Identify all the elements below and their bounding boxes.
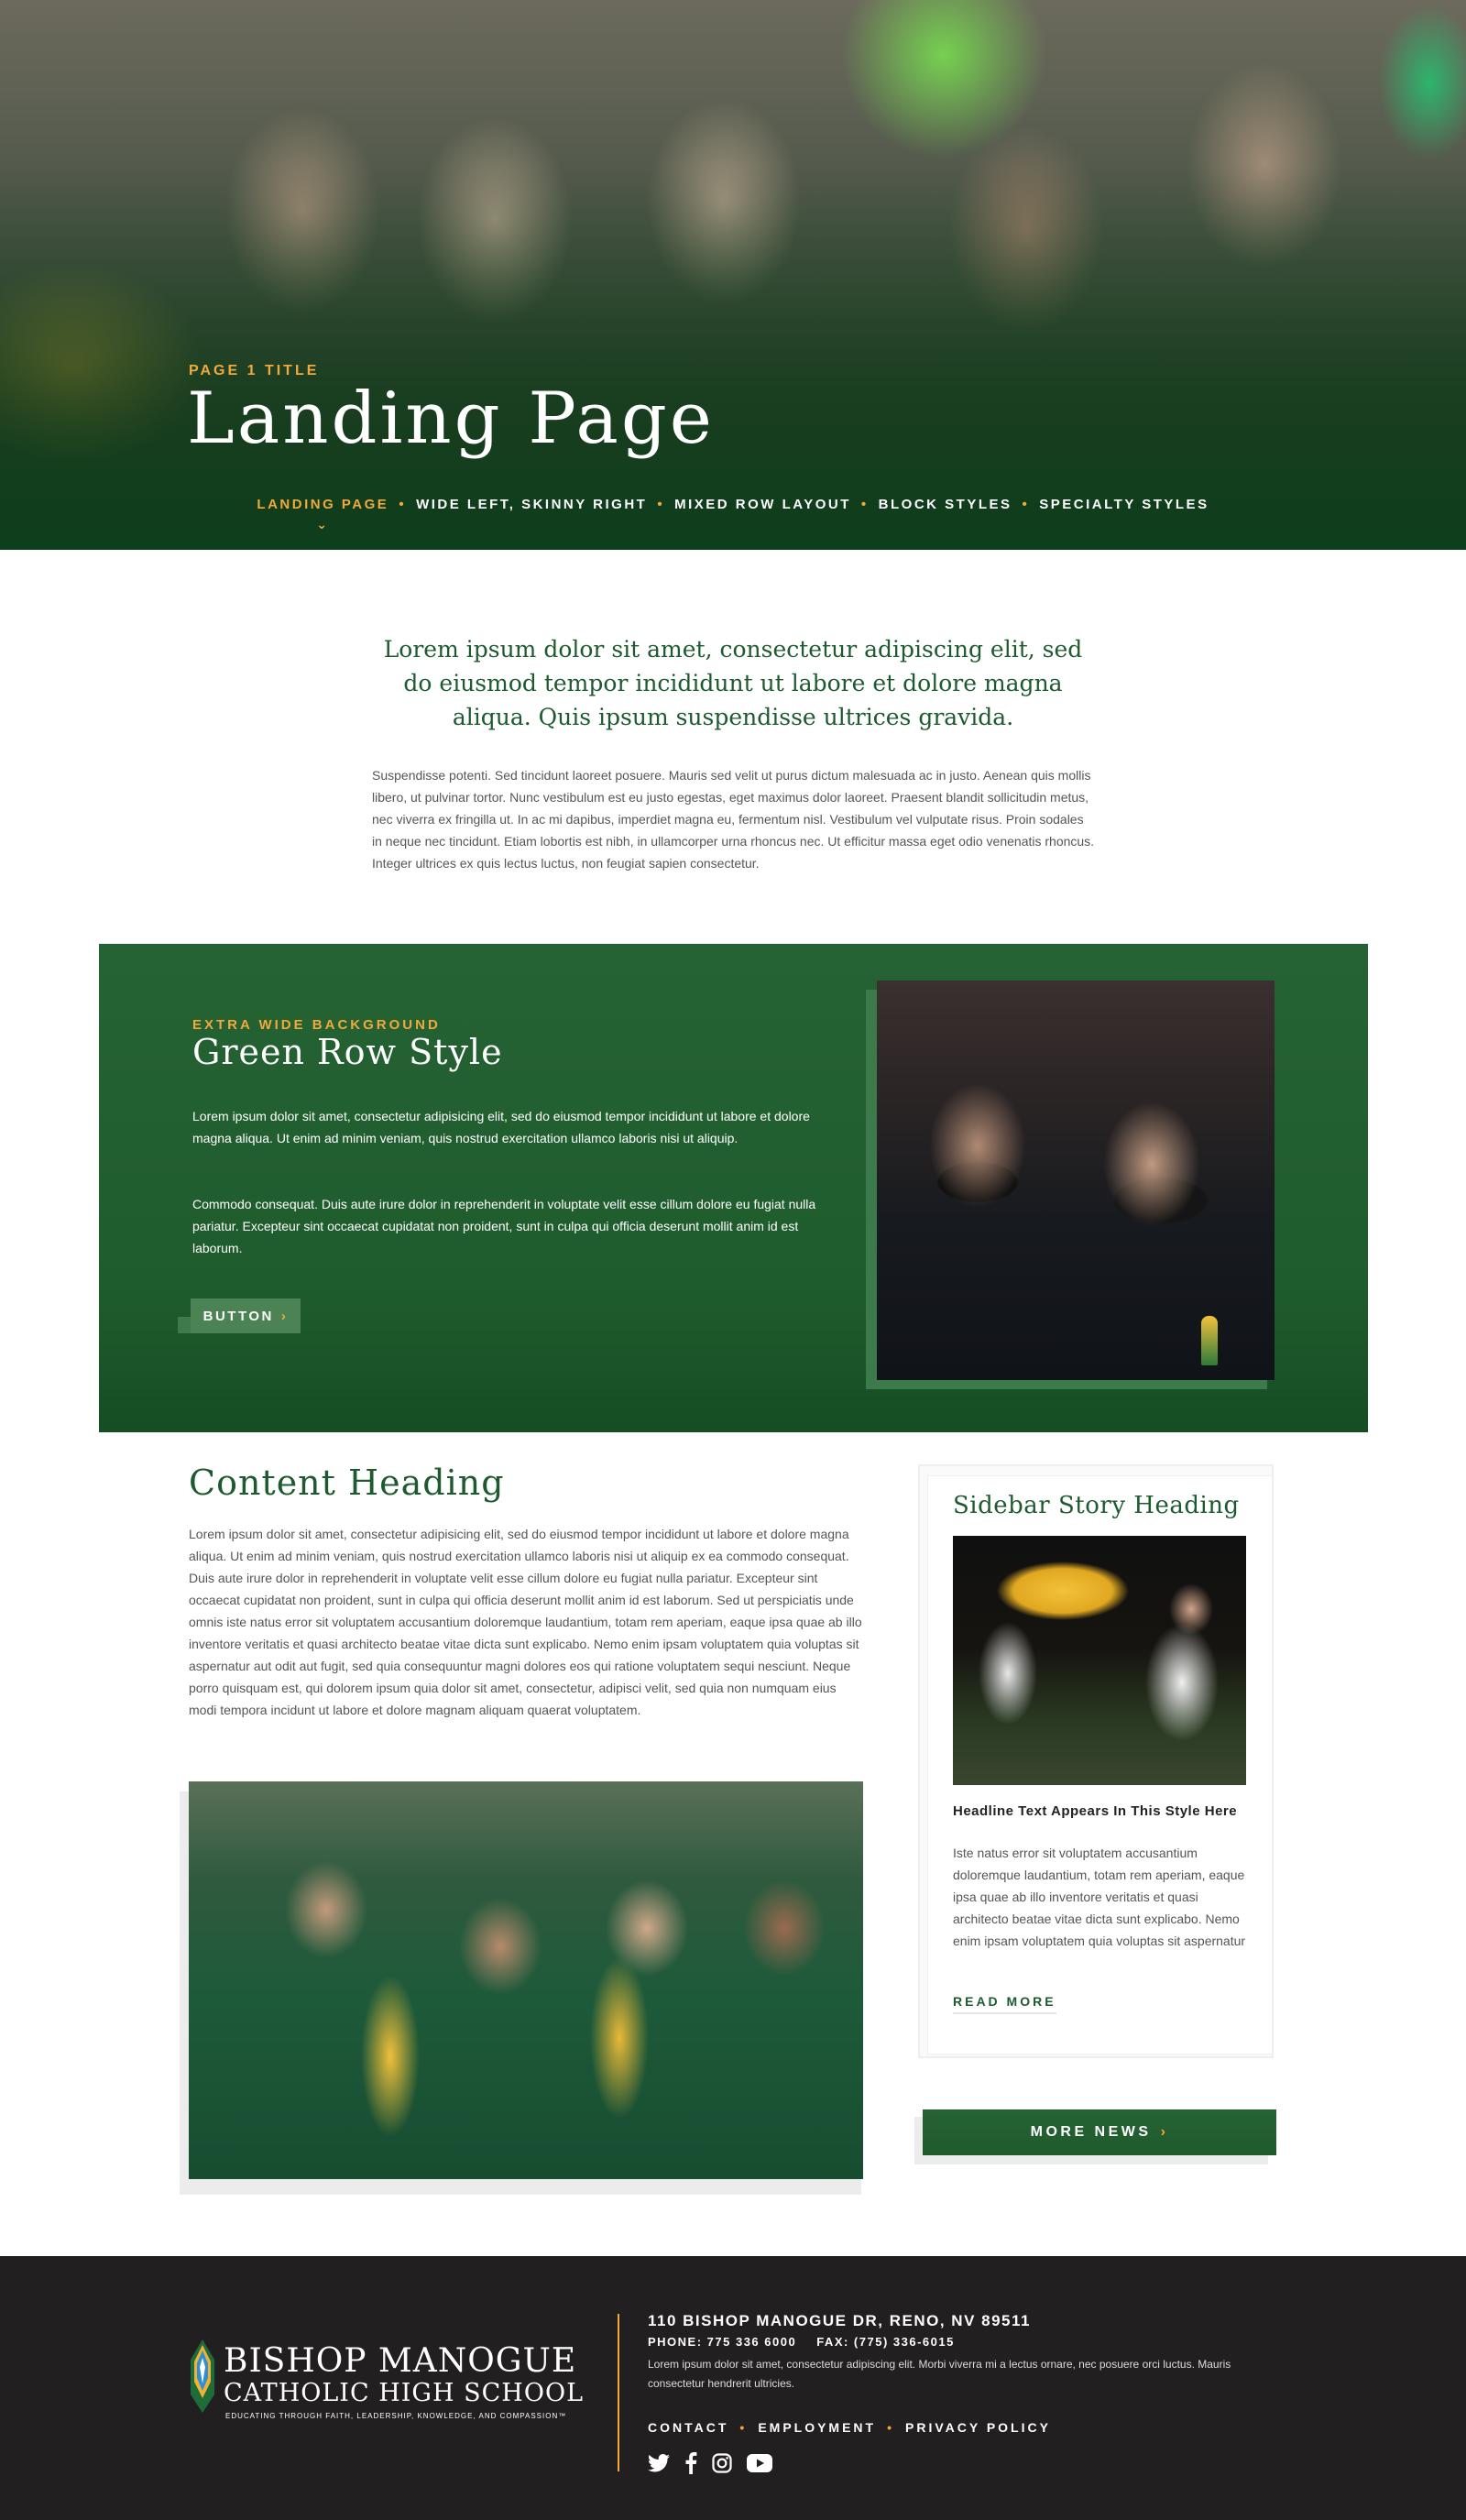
green-row-paragraph: Lorem ipsum dolor sit amet, consectetur … — [192, 1109, 810, 1145]
footer-description: Lorem ipsum dolor sit amet, consectetur … — [648, 2358, 1231, 2390]
nav-separator: • — [1022, 497, 1030, 512]
intro-body-text: Suspendisse potenti. Sed tincidunt laore… — [372, 768, 1095, 871]
footer-link-employment[interactable]: EMPLOYMENT — [758, 2420, 876, 2435]
nav-separator: • — [887, 2420, 894, 2435]
chevron-right-icon: › — [1160, 2124, 1169, 2140]
youtube-icon[interactable] — [747, 2454, 772, 2472]
page-title: Landing Page — [187, 378, 715, 460]
footer-address: 110 BISHOP MANOGUE DR, RENO, NV 89511 — [648, 2312, 1031, 2329]
more-news-button[interactable]: MORE NEWS › — [923, 2109, 1276, 2155]
sidebar-body-text: Iste natus error sit voluptatem accusant… — [953, 1846, 1246, 1948]
school-name-line2: CATHOLIC HIGH SCHOOL — [224, 2379, 585, 2407]
social-links — [648, 2452, 772, 2474]
subpage-nav: LANDING PAGE ⌄ • WIDE LEFT, SKINNY RIGHT… — [0, 497, 1466, 531]
nav-separator: • — [399, 497, 407, 512]
nav-separator: • — [657, 497, 665, 512]
chevron-down-icon: ⌄ — [316, 517, 330, 531]
read-more-link[interactable]: READ MORE — [953, 1994, 1056, 2014]
green-row-title: Green Row Style — [192, 1032, 503, 1072]
hero-banner — [0, 0, 1466, 550]
cheerleaders-photo — [953, 1536, 1246, 1785]
instagram-icon[interactable] — [712, 2453, 732, 2473]
sidebar-headline[interactable]: Headline Text Appears In This Style Here — [953, 1803, 1255, 1820]
nav-separator: • — [739, 2420, 748, 2435]
green-row-paragraph: Commodo consequat. Duis aute irure dolor… — [192, 1197, 816, 1255]
chevron-right-icon: › — [280, 1308, 289, 1324]
footer-nav: CONTACT • EMPLOYMENT • PRIVACY POLICY — [648, 2420, 1051, 2435]
green-row-eyebrow: EXTRA WIDE BACKGROUND — [192, 1017, 441, 1033]
subnav-item-block-styles[interactable]: BLOCK STYLES — [879, 497, 1012, 512]
subnav-item-specialty-styles[interactable]: SPECIALTY STYLES — [1039, 497, 1209, 512]
facebook-icon[interactable] — [684, 2452, 697, 2474]
content-heading: Content Heading — [189, 1463, 505, 1503]
graduation-photo — [189, 1781, 863, 2179]
school-crest-icon[interactable] — [191, 2339, 214, 2413]
footer-contact-numbers: PHONE: 775 336 6000 FAX: (775) 336-6015 — [648, 2335, 955, 2349]
subnav-item-wide-left[interactable]: WIDE LEFT, SKINNY RIGHT — [416, 497, 647, 512]
school-tagline: EDUCATING THROUGH FAITH, LEADERSHIP, KNO… — [225, 2412, 567, 2420]
subnav-item-label: LANDING PAGE — [257, 497, 389, 512]
subnav-item-landing-page[interactable]: LANDING PAGE ⌄ — [257, 497, 389, 531]
footer-divider — [618, 2314, 619, 2471]
students-masks-photo — [877, 981, 1275, 1380]
nav-separator: • — [860, 497, 869, 512]
school-name-line1: BISHOP MANOGUE — [224, 2342, 577, 2380]
logo-patch — [1201, 1316, 1218, 1365]
hero-photo-overlay — [0, 0, 1466, 550]
footer-phone[interactable]: PHONE: 775 336 6000 — [648, 2335, 796, 2349]
intro-lead-text: Lorem ipsum dolor sit amet, consectetur … — [383, 636, 1083, 730]
button-label: MORE NEWS — [1030, 2124, 1152, 2140]
footer-link-contact[interactable]: CONTACT — [648, 2420, 728, 2435]
footer-link-privacy-policy[interactable]: PRIVACY POLICY — [905, 2420, 1051, 2435]
twitter-icon[interactable] — [648, 2454, 670, 2472]
sidebar-heading: Sidebar Story Heading — [953, 1492, 1240, 1519]
content-body-text: Lorem ipsum dolor sit amet, consectetur … — [189, 1527, 862, 1717]
button-group: BUTTON › — [178, 1298, 301, 1344]
footer-fax: FAX: (775) 336-6015 — [816, 2335, 955, 2349]
subnav-item-mixed-row[interactable]: MIXED ROW LAYOUT — [674, 497, 851, 512]
button-label: BUTTON — [202, 1308, 274, 1324]
primary-button[interactable]: BUTTON › — [191, 1298, 301, 1333]
